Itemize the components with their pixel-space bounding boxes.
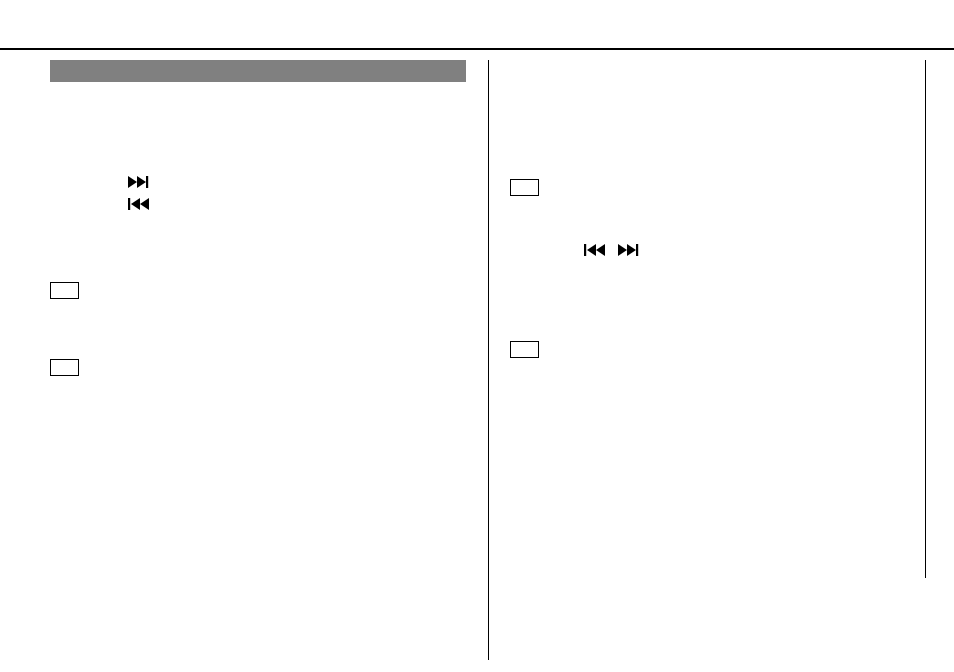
right-heading: Playing tracks repeatedly — [510, 72, 925, 88]
left-tip-1: Tip During playback pause, no sound is h… — [50, 282, 466, 321]
right-intro-text: You can play tracks repeatedly in variou… — [510, 116, 925, 133]
two-column-layout: Locating a particular point in a track (… — [50, 60, 926, 672]
skip-backward-icon — [584, 244, 606, 256]
left-column: Locating a particular point in a track (… — [50, 60, 488, 672]
left-release-text: Release the button at the desired point. — [50, 220, 466, 237]
tip-box: Tip — [510, 341, 539, 358]
left-subheading: (Search) — [50, 114, 466, 128]
left-tip-2: Tip If the disc reaches the end while yo… — [50, 359, 466, 398]
tip-text: Repeat mode remains until you change it … — [510, 363, 925, 380]
left-intro-text: You can locate a particular point in a t… — [50, 138, 466, 155]
tip-text: During playback pause, no sound is heard… — [50, 304, 466, 321]
tip-box: Tip — [50, 282, 79, 299]
skip-icon-pair-row: Use the skip controls to change selectio… — [510, 244, 925, 256]
skip-forward-text: Press repeatedly to go forward. — [156, 176, 309, 188]
skip-pair-text: Use the skip controls to change selectio… — [646, 244, 849, 256]
right-subheading: (Repeat Play) — [510, 92, 925, 106]
right-below-icons-text: Then press ENTER to confirm. — [510, 266, 925, 283]
skip-backward-row: Press repeatedly to go backward. — [50, 198, 466, 210]
skip-backward-icon — [128, 198, 150, 210]
tip-box: Tip — [510, 179, 539, 196]
right-tip-1: Tip Press the MENU button and use the sk… — [510, 179, 925, 218]
skip-forward-row: Press repeatedly to go forward. — [50, 176, 466, 188]
section-title-bar — [50, 60, 466, 82]
right-column: Playing tracks repeatedly (Repeat Play) … — [488, 60, 926, 578]
tip-text: If the disc reaches the end while you ar… — [50, 381, 466, 398]
left-heading: Locating a particular point in a track — [50, 96, 466, 112]
tip-text: Press the MENU button and use the skip c… — [510, 201, 925, 218]
skip-forward-icon — [128, 176, 150, 188]
top-horizontal-rule — [0, 48, 954, 50]
skip-backward-text: Press repeatedly to go backward. — [156, 198, 319, 210]
tip-box: Tip — [50, 359, 79, 376]
right-tip-2: Tip Repeat mode remains until you change… — [510, 341, 925, 380]
page-container: Locating a particular point in a track (… — [50, 60, 926, 672]
skip-forward-icon — [618, 244, 640, 256]
